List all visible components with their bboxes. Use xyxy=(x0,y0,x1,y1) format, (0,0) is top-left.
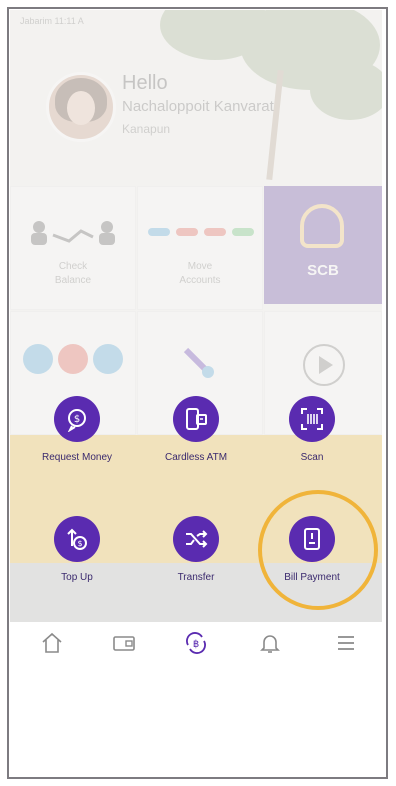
quick-pay-icon[interactable]: ฿ xyxy=(182,630,210,656)
bottom-navigation: ฿ xyxy=(10,622,382,664)
tile-label: Accounts xyxy=(179,275,221,286)
menu-icon[interactable] xyxy=(332,630,360,656)
wallet-icon[interactable] xyxy=(110,630,138,656)
account-label: Kanapun xyxy=(122,122,171,136)
svg-text:$: $ xyxy=(77,539,82,548)
cardless-atm-button[interactable]: Cardless ATM xyxy=(137,396,255,463)
bill-payment-highlight-ring xyxy=(258,490,378,610)
scb-logo-icon xyxy=(300,204,344,248)
greeting-text: Hello xyxy=(122,72,168,94)
avatar[interactable] xyxy=(46,72,116,142)
tile-label: Check xyxy=(58,261,88,272)
cardless-atm-icon xyxy=(173,396,219,442)
svg-text:฿: ฿ xyxy=(193,639,199,650)
people-icon xyxy=(31,221,115,245)
accounts-icon xyxy=(148,228,254,236)
profile-header: Jabarim 11:11 A Hello Nachaloppoit Kanva… xyxy=(10,10,382,182)
top-up-label: Top Up xyxy=(61,572,93,583)
transfer-icon xyxy=(173,516,219,562)
user-name: Nachaloppoit Kanvarat xyxy=(122,98,274,115)
rocket-icon xyxy=(183,347,214,378)
scan-icon xyxy=(289,396,335,442)
status-bar-time: Jabarim 11:11 A xyxy=(20,16,84,26)
top-up-icon: $ xyxy=(54,516,100,562)
cardless-atm-label: Cardless ATM xyxy=(164,452,228,463)
tile-check-balance[interactable]: Check Balance xyxy=(10,186,136,310)
top-up-button[interactable]: $ Top Up xyxy=(18,516,136,583)
scan-button[interactable]: Scan xyxy=(253,396,371,463)
app-screen: Jabarim 11:11 A Hello Nachaloppoit Kanva… xyxy=(10,10,382,622)
tile-label: Move xyxy=(187,261,213,272)
brand-tile-text: SCB xyxy=(307,262,339,279)
bell-icon[interactable] xyxy=(256,630,284,656)
transfer-label: Transfer xyxy=(177,572,215,583)
tile-move-accounts[interactable]: Move Accounts xyxy=(137,186,263,310)
request-money-icon: $ xyxy=(54,396,100,442)
brand-tile[interactable]: SCB xyxy=(264,186,382,304)
transfer-button[interactable]: Transfer xyxy=(137,516,255,583)
tile-label: Balance xyxy=(54,275,92,286)
home-icon[interactable] xyxy=(38,630,66,656)
scan-label: Scan xyxy=(300,452,324,463)
request-money-button[interactable]: $ Request Money xyxy=(18,396,136,463)
shortcut-circles-icon xyxy=(23,344,123,374)
svg-text:$: $ xyxy=(74,414,80,425)
request-money-label: Request Money xyxy=(41,452,113,463)
play-icon xyxy=(303,344,345,386)
